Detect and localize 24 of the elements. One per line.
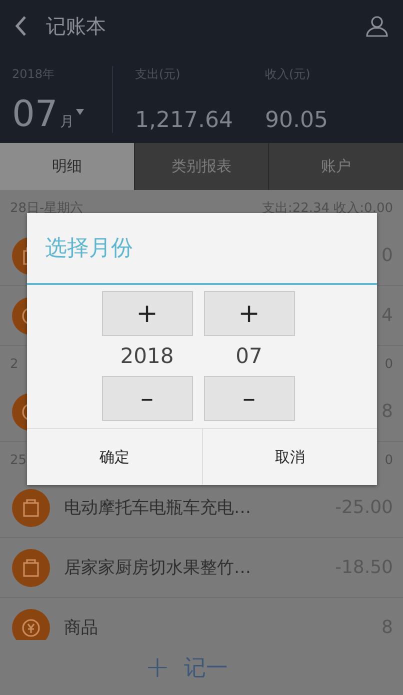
bag-icon (12, 548, 50, 586)
dropdown-icon[interactable] (76, 109, 84, 115)
entry-name: 商品 (64, 617, 99, 639)
decrement-button[interactable]: – (204, 376, 294, 421)
cancel-button[interactable]: 取消 (202, 429, 377, 485)
income-value: 90.05 (265, 108, 329, 133)
dialog-title: 选择月份 (27, 213, 377, 285)
back-icon[interactable] (14, 15, 28, 37)
entry-name: 居家家厨房切水果整竹… (64, 557, 252, 579)
confirm-button[interactable]: 确定 (27, 429, 202, 485)
month-value[interactable]: 07 (12, 97, 58, 133)
user-icon[interactable] (365, 14, 389, 38)
picker-value: 2018 (120, 343, 174, 370)
entry-name: 电动摩托车电瓶车充电… (64, 497, 252, 519)
bag-icon (12, 488, 50, 526)
picker-value: 07 (236, 343, 262, 370)
expense-value: 1,217.64 (135, 108, 234, 133)
month-unit: 月 (60, 113, 74, 131)
decrement-button[interactable]: – (102, 376, 192, 421)
coin-icon (12, 608, 50, 640)
tab[interactable]: 明细 (0, 143, 134, 190)
increment-button[interactable]: + (204, 291, 294, 336)
app-title: 记账本 (46, 12, 107, 40)
increment-button[interactable]: + (102, 291, 192, 336)
